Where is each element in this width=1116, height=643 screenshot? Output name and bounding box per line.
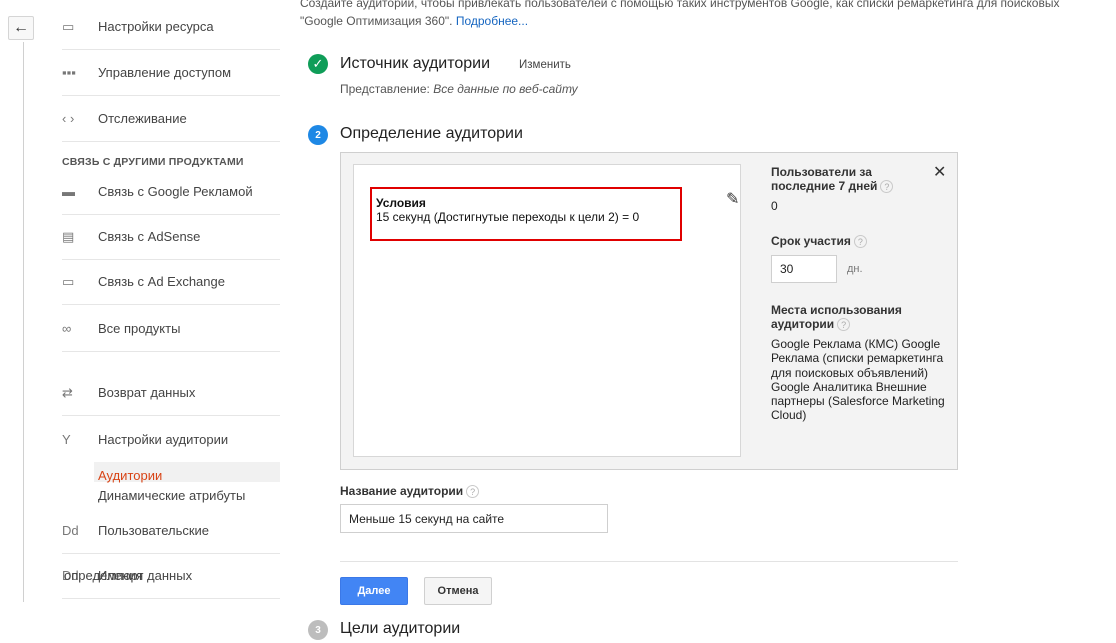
users-value: 0 [771,199,778,213]
users-label: Пользователи за последние 7 дней? [771,165,911,194]
nav-label: Настройки ресурса [98,19,214,34]
code-icon: ‹ › [62,111,75,126]
section-heading-product-linking: СВЯЗЬ С ДРУГИМИ ПРОДУКТАМИ [62,156,244,168]
nav-property-settings[interactable]: ▭ Настройки ресурса [62,4,280,50]
step3-title: Цели аудитории [340,620,461,637]
view-value: Все данные по веб-сайту [433,82,578,96]
audience-builder: Создайте аудитории, чтобы привлекать пол… [300,0,1116,643]
arrow-left-icon: ← [13,19,29,36]
users-icon: ▪▪▪ [62,65,76,80]
nav-label: Пользовательские [98,523,210,538]
help-icon[interactable]: ? [837,318,851,332]
duration-label: Срок участия? [771,234,867,249]
audience-icon: Y [62,431,71,447]
nav-label: Отслеживание [98,111,187,126]
nav-label: Связь с Google Рекламой [98,184,253,199]
conditions-box[interactable]: Условия 15 секунд (Достигнутые переходы … [353,164,741,457]
nav-tracking[interactable]: ‹ › Отслеживание [62,96,280,142]
view-line: Представление: Все данные по веб-сайту [340,82,578,96]
help-icon[interactable]: ? [466,485,480,499]
step1-title: Источник аудитории [340,55,491,72]
intro-line-1: Создайте аудитории, чтобы привлекать пол… [300,0,1060,10]
ads-icon: ▬ [62,184,75,199]
back-button[interactable]: ← [8,16,34,40]
ad-exchange-icon: ▭ [62,273,75,289]
nav-label: Связь с Ad Exchange [98,274,225,289]
nav-google-ads-link[interactable]: ▬ Связь с Google Рекламой [62,169,280,215]
step3-number-icon: 3 [308,620,328,640]
sub-item-dynamic-attributes[interactable]: Динамические атрибуты [98,488,245,503]
sub-item-audiences[interactable]: Аудитории [98,468,162,483]
learn-more-link[interactable]: Подробнее... [456,14,528,28]
intro-line-2: "Google Оптимизация 360". Подробнее... [300,12,1116,30]
uses-list: Google Реклама (КМС) Google Реклама (спи… [771,337,945,423]
nav-data-return[interactable]: ⇄ Возврат данных [62,370,280,416]
duration-input[interactable]: 30 [771,255,837,283]
cancel-button[interactable]: Отмена [424,577,492,605]
nav-label: Все продукты [98,321,181,336]
nav-label: Управление доступом [98,65,232,80]
help-icon[interactable]: ? [853,235,867,249]
nav-access-management[interactable]: ▪▪▪ Управление доступом [62,50,280,96]
overlap-label: определения [64,568,144,583]
pencil-icon[interactable]: ✎ [726,189,739,209]
duration-label-text: Срок участия [771,234,851,248]
view-label: Представление: [340,82,430,96]
next-button[interactable]: Далее [340,577,408,605]
change-link[interactable]: Изменить [519,59,571,71]
audience-name-label-text: Название аудитории [340,484,464,498]
adsense-icon: ▤ [62,228,75,244]
page-icon: ▭ [62,18,75,34]
nav-label: Возврат данных [98,385,196,400]
nav-custom-definitions[interactable]: Dd Пользовательские [62,508,280,554]
intro-text: Создайте аудитории, чтобы привлекать пол… [300,0,1116,30]
rail-divider [23,42,24,602]
step2-title: Определение аудитории [340,125,523,142]
link-icon: ∞ [62,321,72,336]
nav-ad-exchange-link[interactable]: ▭ Связь с Ad Exchange [62,259,280,305]
duration-unit: дн. [847,263,863,275]
intro-text-2: "Google Оптимизация 360". [300,14,453,28]
definition-panel: Условия 15 секунд (Достигнутые переходы … [340,152,958,470]
admin-sidebar: ▭ Настройки ресурса ▪▪▪ Управление доступо… [62,0,280,643]
nav-all-products[interactable]: ∞ Все продукты [62,306,280,352]
nav-adsense-link[interactable]: ▤ Связь с AdSense [62,214,280,260]
nav-label: Связь с AdSense [98,229,201,244]
condition-text: 15 секунд (Достигнутые переходы к цели 2… [376,210,640,224]
audience-name-label: Название аудитории? [340,484,480,499]
step2-number-icon: 2 [308,125,328,145]
audience-name-input[interactable]: Меньше 15 секунд на сайте [340,504,608,533]
dimensions-icon: Dd [62,523,79,538]
nav-label: Настройки аудитории [98,431,229,447]
swap-icon: ⇄ [62,384,73,400]
step1-complete-icon: ✓ [308,54,328,74]
nav-audience-settings[interactable]: Y Настройки аудитории [62,416,280,462]
uses-label: Места использования аудитории? [771,303,921,332]
section-divider [340,561,958,562]
close-icon[interactable]: ✕ [933,162,946,182]
conditions-title: Условия [376,196,426,210]
help-icon[interactable]: ? [880,180,894,194]
users-label-text: Пользователи за последние 7 дней [771,165,878,193]
